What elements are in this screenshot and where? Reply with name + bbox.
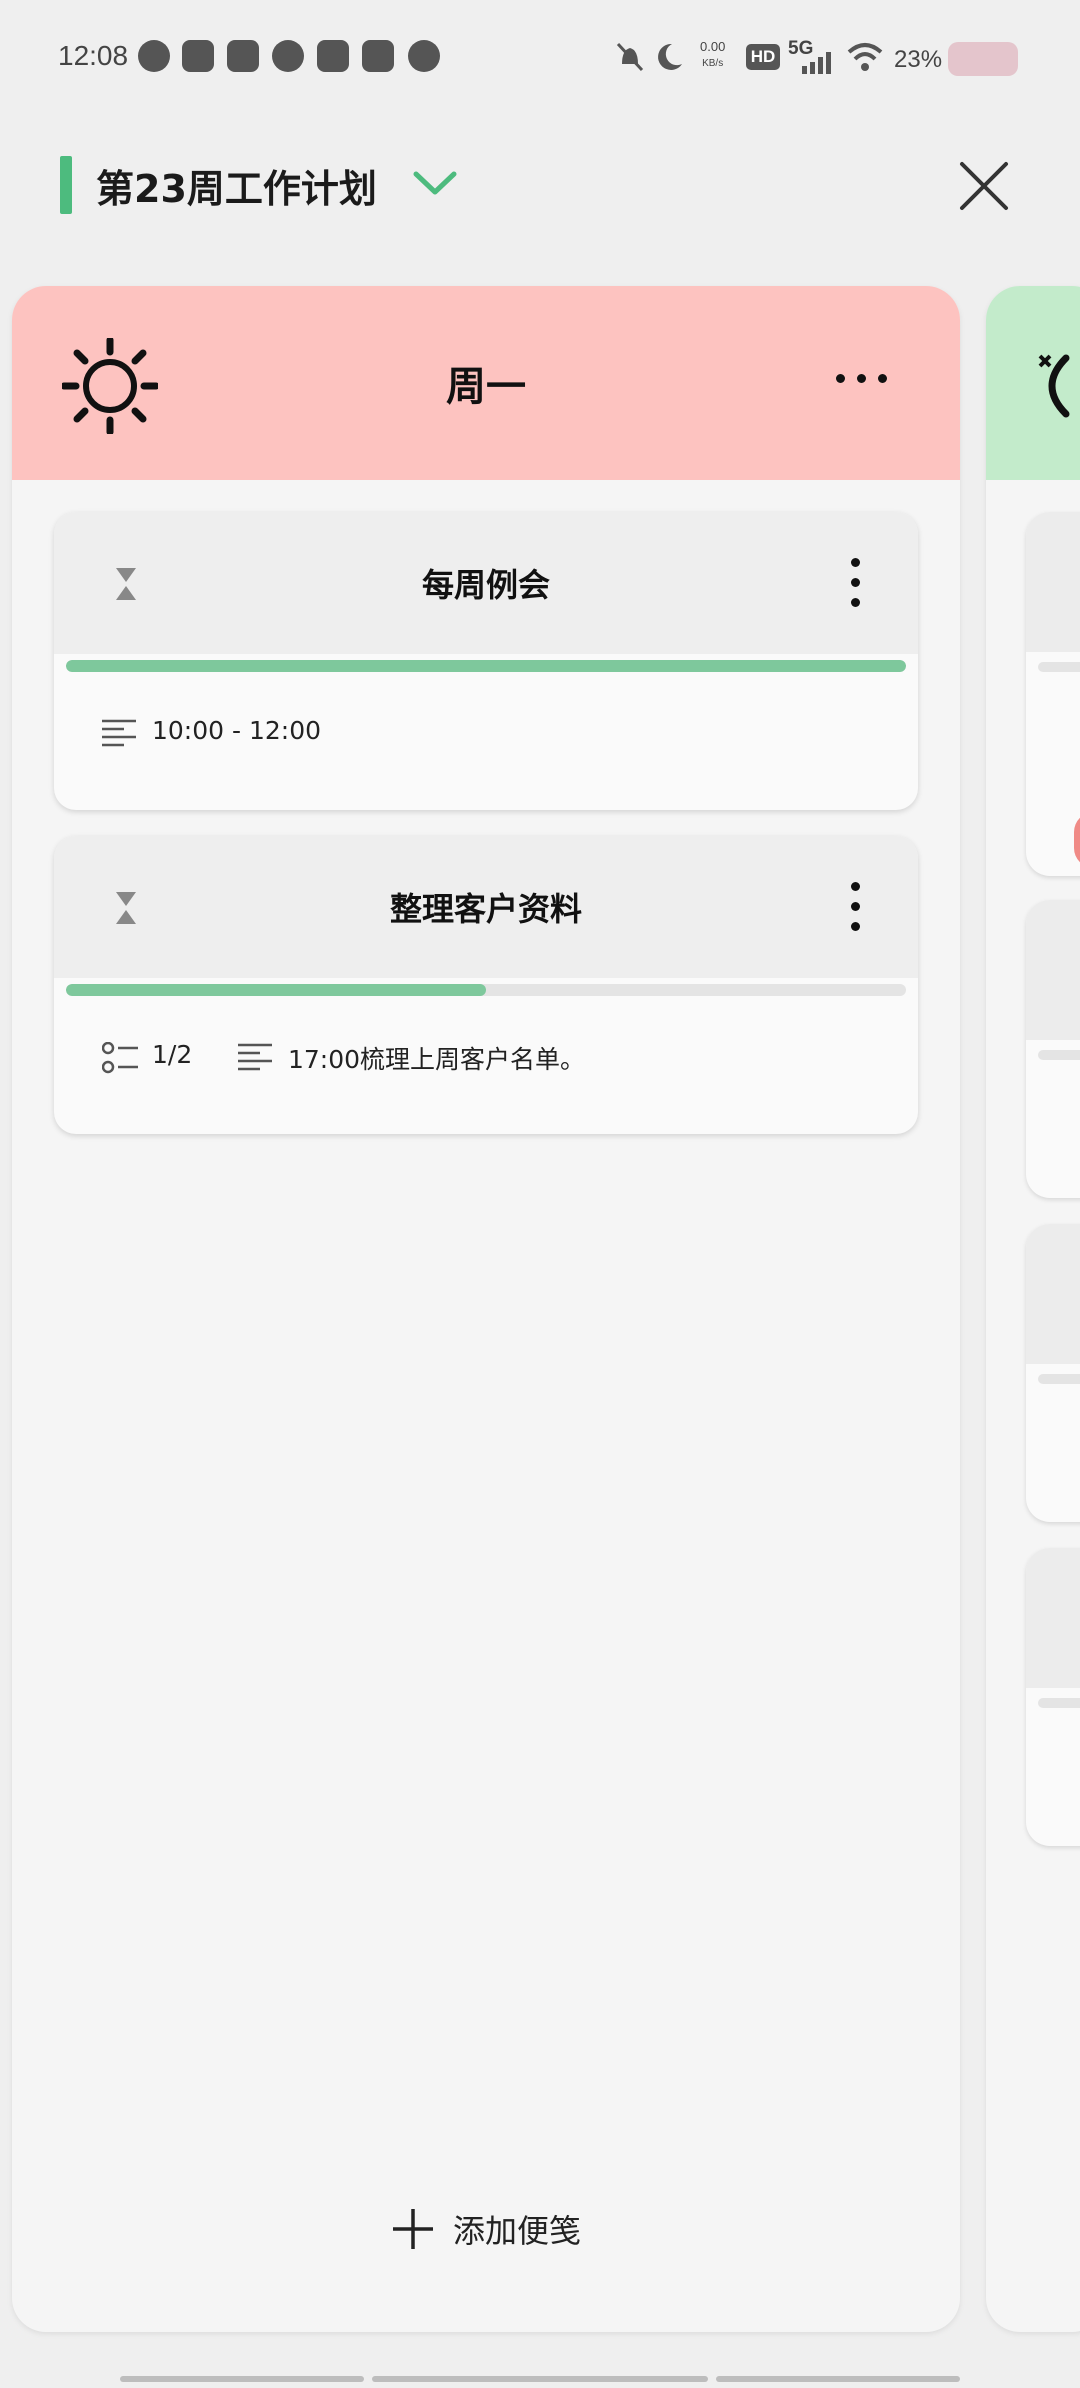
status-bar: 12:08 0.00 KB/s HD 5G 23%	[0, 0, 1080, 120]
qq-icon	[138, 40, 170, 72]
notes-icon	[102, 719, 136, 747]
title-accent-bar	[60, 156, 72, 214]
progress-bar	[66, 984, 906, 996]
progress-fill	[66, 984, 486, 996]
header: 第23周工作计划	[0, 140, 1080, 240]
shopping-bag-icon	[182, 40, 214, 72]
moon-icon	[658, 43, 682, 70]
card-time: 10:00 - 12:00	[152, 716, 322, 745]
progress-bar	[66, 660, 906, 672]
note-card[interactable]	[1026, 900, 1080, 1198]
check-icon	[272, 40, 304, 72]
hd-icon: HD	[746, 44, 780, 70]
day-menu-button[interactable]	[832, 364, 892, 392]
chevron-down-icon[interactable]	[412, 168, 458, 198]
moon-icon	[1038, 354, 1070, 418]
card-title: 整理客户资料	[389, 890, 582, 928]
day-title: 周一	[446, 364, 526, 410]
signal-icon	[802, 52, 831, 74]
add-note-button[interactable]: 添加便笺	[12, 2206, 960, 2255]
card-note: 17:00梳理上周客户名单。	[288, 1045, 586, 1074]
page-indicator	[372, 2376, 708, 2382]
message-icon	[408, 40, 440, 72]
card-menu-button[interactable]	[844, 556, 868, 612]
progress-fill	[66, 660, 906, 672]
add-note-label: 添加便笺	[452, 2212, 581, 2250]
note-card[interactable]: 每周例会 10:00 - 12:00	[54, 512, 918, 810]
wifi-icon	[847, 43, 883, 71]
card-header: 每周例会	[54, 512, 918, 654]
card-menu-button[interactable]	[844, 880, 868, 936]
next-day-header	[986, 286, 1080, 480]
note-card[interactable]	[1026, 512, 1080, 876]
note-card[interactable]	[1026, 1224, 1080, 1522]
speed-value: 0.00	[700, 39, 726, 54]
close-button[interactable]	[952, 154, 1016, 218]
card-title: 每周例会	[421, 566, 550, 604]
note-card[interactable]: 整理客户资料 1/2 17:00梳理上周客户名单。	[54, 836, 918, 1134]
checklist-icon	[102, 1042, 138, 1074]
mute-icon	[616, 42, 644, 72]
hand-icon	[227, 40, 259, 72]
flash-icon	[362, 40, 394, 72]
status-time: 12:08	[58, 40, 129, 71]
day-column: 周一 每周例会 10:00 - 12:00 整理客户资料 1/2 17:00梳理…	[12, 286, 960, 2332]
battery-percent: 23%	[894, 46, 943, 73]
page-indicator	[716, 2376, 960, 2382]
checklist-count: 1/2	[152, 1040, 193, 1069]
day-header: 周一	[12, 286, 960, 480]
speed-unit: KB/s	[702, 58, 724, 69]
page-indicator	[120, 2376, 364, 2382]
network-speed: 0.00 KB/s	[700, 38, 725, 72]
music-icon	[317, 40, 349, 72]
notes-icon	[238, 1043, 272, 1071]
note-card[interactable]	[1026, 1548, 1080, 1846]
card-header: 整理客户资料	[54, 836, 918, 978]
next-day-column[interactable]	[986, 286, 1080, 2332]
page-title[interactable]: 第23周工作计划	[96, 158, 377, 213]
plus-icon	[392, 2209, 433, 2249]
battery-icon	[948, 42, 1018, 76]
